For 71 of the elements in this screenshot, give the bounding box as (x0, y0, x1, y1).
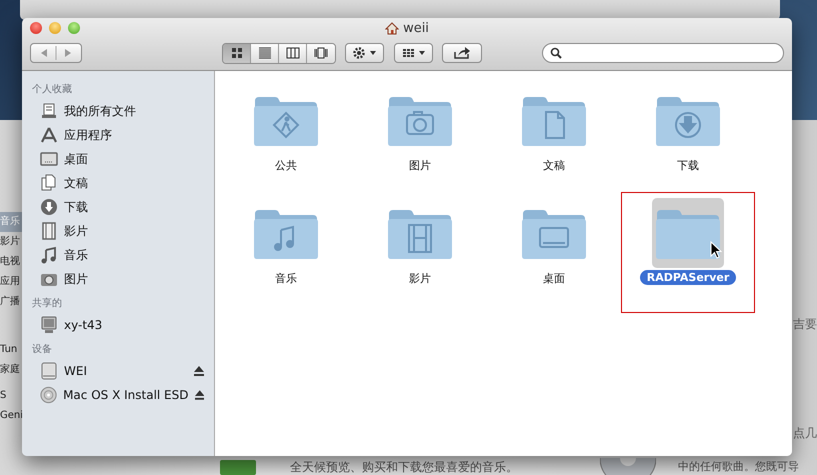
sidebar-item[interactable]: Mac OS X Install ESD (22, 383, 214, 407)
folder-name[interactable]: 图片 (402, 157, 438, 174)
shopping-bag-icon (218, 458, 258, 475)
sidebar-item[interactable]: 文稿 (22, 171, 214, 195)
sidebar-heading: 个人收藏 (31, 82, 73, 97)
back-forward-buttons[interactable] (30, 43, 82, 63)
downloads-icon (40, 198, 58, 216)
folder-name[interactable]: 音乐 (268, 270, 304, 287)
share-icon (453, 46, 471, 60)
sidebar-item[interactable]: xy-t43 (22, 313, 214, 337)
sidebar-heading: 设备 (31, 343, 53, 357)
sidebar-item[interactable]: 应用程序 (22, 123, 214, 147)
eject-icon[interactable] (194, 390, 204, 400)
cover-flow-icon (314, 47, 328, 59)
background-sidebar-item: 广播 (0, 294, 21, 309)
zoom-button[interactable] (68, 22, 80, 34)
sidebar-item[interactable]: 我的所有文件 (22, 99, 214, 123)
sidebar-item[interactable]: 音乐 (22, 243, 214, 267)
mouse-pointer-icon (710, 241, 722, 259)
folder-name[interactable]: 文稿 (536, 157, 572, 174)
folder-name[interactable]: 下载 (670, 157, 706, 174)
background-sidebar-item: 音乐 (0, 212, 24, 232)
columns-icon (286, 47, 300, 59)
background-text: 点几 (793, 425, 817, 442)
folder-name[interactable]: 公共 (268, 157, 304, 174)
sidebar-item[interactable]: 下载 (22, 195, 214, 219)
folder-name[interactable]: 影片 (402, 270, 438, 287)
background-text: 中的任何歌曲。您既可导 (678, 459, 799, 474)
sidebar-item[interactable]: 影片 (22, 219, 214, 243)
caret-icon (418, 51, 424, 55)
grid-icon (402, 49, 414, 57)
gear-icon (353, 47, 365, 59)
arrange-menu-button[interactable] (394, 43, 433, 63)
background-text: 吉要 (793, 316, 817, 333)
sidebar-item[interactable]: 图片 (22, 267, 214, 291)
close-button[interactable] (30, 22, 42, 34)
search-icon (550, 47, 562, 59)
background-sidebar-item: 影片 (0, 234, 21, 249)
computer-icon (40, 316, 58, 334)
house-icon (385, 22, 400, 35)
action-menu-button[interactable] (345, 43, 384, 63)
music-icon (40, 246, 58, 264)
share-button[interactable] (442, 43, 482, 63)
eject-icon[interactable] (194, 366, 204, 376)
sidebar-item[interactable]: 桌面 (22, 147, 214, 171)
search-field[interactable] (542, 43, 784, 63)
grid-icon (230, 47, 244, 59)
window-title: weii (403, 21, 429, 36)
background-sidebar-item: S (0, 389, 8, 403)
view-mode-button[interactable] (307, 44, 335, 62)
sidebar-heading: 共享的 (31, 296, 63, 311)
list-icon (258, 47, 272, 59)
background-sidebar-item: Tun (0, 343, 18, 357)
background-sidebar-item: Geni (0, 409, 24, 423)
background-sidebar-item: 家庭 (0, 362, 21, 377)
desktop-icon (40, 150, 58, 168)
sidebar-item[interactable]: WEI (22, 359, 214, 383)
view-mode-button[interactable] (279, 44, 307, 62)
documents-icon (40, 174, 58, 192)
folder-name[interactable]: RADPAServer (640, 270, 736, 285)
drive-icon (40, 362, 58, 380)
view-mode-button[interactable] (251, 44, 279, 62)
view-mode-control[interactable] (222, 42, 336, 64)
movies-icon (40, 222, 58, 240)
background-sidebar-item: 电视 (0, 254, 21, 269)
view-mode-button[interactable] (223, 44, 251, 62)
caret-icon (370, 51, 376, 55)
background-text: 全天候预览、购买和下载您最喜爱的音乐。 (290, 459, 518, 475)
background-sidebar-item: 应用 (0, 274, 21, 289)
folder-name[interactable]: 桌面 (536, 270, 572, 287)
disc-icon (40, 386, 58, 404)
